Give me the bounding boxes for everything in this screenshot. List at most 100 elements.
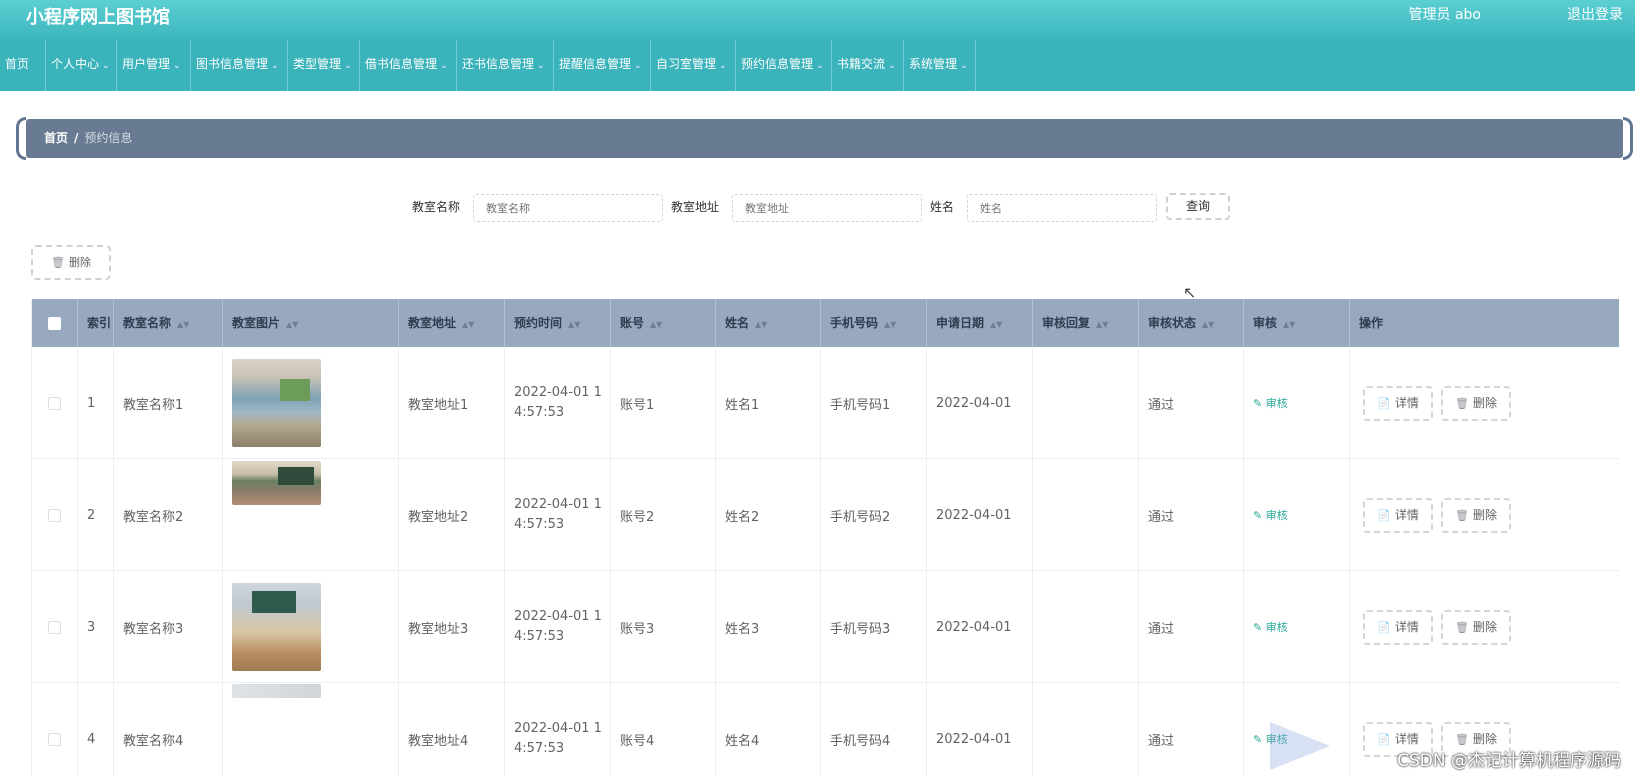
- nav-item-book-info-mgmt[interactable]: 图书信息管理 ⌄: [191, 40, 288, 91]
- document-icon: 📄: [1377, 620, 1391, 634]
- cell-room-addr: 教室地址2: [399, 459, 505, 571]
- table-row: 3 教室名称3 教室地址3 2022-04-01 1 4:57:53 账号3 姓名…: [32, 571, 1619, 683]
- detail-button[interactable]: 📄 详情: [1363, 385, 1433, 421]
- cell-reserve-time: 2022-04-01 1 4:57:53: [505, 571, 611, 683]
- room-addr-input[interactable]: [732, 194, 922, 222]
- cell-review-reply: [1033, 459, 1139, 571]
- cell-review-status: 通过: [1139, 347, 1244, 459]
- nav-label: 提醒信息管理: [559, 57, 632, 71]
- row-checkbox[interactable]: [48, 396, 61, 410]
- cell-apply-date: 2022-04-01: [927, 347, 1033, 459]
- row-checkbox[interactable]: [48, 620, 61, 634]
- review-label: 审核: [1265, 509, 1288, 522]
- col-room-addr[interactable]: 教室地址 ▲▼: [399, 299, 505, 347]
- nav-label: 预约信息管理: [741, 57, 814, 71]
- cell-room-name: 教室名称4: [114, 683, 223, 776]
- cell-room-name: 教室名称3: [114, 571, 223, 683]
- nav-item-return-mgmt[interactable]: 还书信息管理 ⌄: [457, 40, 554, 91]
- col-name[interactable]: 姓名 ▲▼: [716, 299, 821, 347]
- classroom-image: [232, 684, 321, 698]
- name-input[interactable]: [967, 194, 1157, 222]
- col-label: 教室地址: [408, 316, 457, 330]
- time-line2: 4:57:53: [514, 517, 565, 532]
- col-phone[interactable]: 手机号码 ▲▼: [821, 299, 927, 347]
- sort-icon: ▲▼: [286, 320, 299, 329]
- nav-item-type-mgmt[interactable]: 类型管理 ⌄: [288, 40, 360, 91]
- cell-phone: 手机号码4: [821, 683, 927, 776]
- cell-review: ✎ 审核: [1244, 571, 1350, 683]
- cell-actions: 📄 详情 🗑 删除: [1350, 459, 1619, 571]
- reservation-table: 索引 教室名称 ▲▼ 教室图片 ▲▼ 教室地址 ▲▼ 预约时间 ▲▼ 账号 ▲▼ 姓名 ▲▼…: [31, 299, 1619, 776]
- trash-icon: 🗑: [1455, 508, 1469, 522]
- delete-label: 删除: [1472, 395, 1497, 410]
- chevron-down-icon: ⌄: [271, 61, 279, 71]
- detail-button[interactable]: 📄 详情: [1363, 497, 1433, 533]
- batch-delete-button[interactable]: 🗑 删除: [31, 245, 111, 280]
- col-apply-date[interactable]: 申请日期 ▲▼: [927, 299, 1033, 347]
- col-label: 审核: [1253, 316, 1278, 330]
- nav-item-personal-center[interactable]: 个人中心 ⌄: [46, 40, 117, 91]
- nav-item-book-exchange[interactable]: 书籍交流 ⌄: [832, 40, 904, 91]
- document-icon: 📄: [1377, 732, 1391, 746]
- sort-icon: ▲▼: [1202, 320, 1215, 329]
- col-label: 审核回复: [1042, 316, 1091, 330]
- breadcrumb-current: 预约信息: [84, 131, 133, 145]
- trash-icon: 🗑: [51, 256, 65, 269]
- delete-button[interactable]: 🗑 删除: [1441, 609, 1511, 645]
- table-header: 索引 教室名称 ▲▼ 教室图片 ▲▼ 教室地址 ▲▼ 预约时间 ▲▼ 账号 ▲▼ 姓名 ▲▼…: [32, 299, 1619, 347]
- query-button[interactable]: 查询: [1166, 193, 1230, 220]
- detail-label: 详情: [1394, 619, 1419, 634]
- col-review[interactable]: 审核 ▲▼: [1244, 299, 1350, 347]
- trash-icon: 🗑: [1455, 732, 1469, 746]
- nav-item-borrow-mgmt[interactable]: 借书信息管理 ⌄: [360, 40, 457, 91]
- detail-button[interactable]: 📄 详情: [1363, 609, 1433, 645]
- cell-apply-date: 2022-04-01: [927, 459, 1033, 571]
- col-room-name[interactable]: 教室名称 ▲▼: [114, 299, 223, 347]
- cell-review-reply: [1033, 683, 1139, 776]
- logout-link[interactable]: 退出登录: [1567, 4, 1623, 24]
- select-all-checkbox[interactable]: [48, 316, 61, 330]
- row-select-cell: [32, 571, 78, 683]
- nav-item-user-mgmt[interactable]: 用户管理 ⌄: [117, 40, 191, 91]
- nav-item-reservation-mgmt[interactable]: 预约信息管理 ⌄: [736, 40, 832, 91]
- review-link[interactable]: ✎ 审核: [1253, 619, 1288, 635]
- cell-room-image: [223, 347, 399, 459]
- chevron-down-icon: ⌄: [634, 61, 642, 71]
- name-label: 姓名: [930, 200, 955, 214]
- col-account[interactable]: 账号 ▲▼: [611, 299, 716, 347]
- cell-review-status: 通过: [1139, 571, 1244, 683]
- nav-item-reminder-mgmt[interactable]: 提醒信息管理 ⌄: [554, 40, 651, 91]
- cell-room-addr: 教室地址1: [399, 347, 505, 459]
- trash-icon: 🗑: [1455, 396, 1469, 410]
- row-checkbox[interactable]: [48, 732, 61, 746]
- cell-actions: 📄 详情 🗑 删除: [1350, 347, 1619, 459]
- cell-review-status: 通过: [1139, 683, 1244, 776]
- nav-label: 个人中心: [51, 57, 100, 71]
- col-review-reply[interactable]: 审核回复 ▲▼: [1033, 299, 1139, 347]
- cell-room-name: 教室名称1: [114, 347, 223, 459]
- nav-label: 类型管理: [293, 57, 342, 71]
- cell-name: 姓名1: [716, 347, 821, 459]
- nav-item-home[interactable]: 首页: [0, 40, 46, 91]
- classroom-image: [232, 359, 321, 447]
- nav-item-study-room-mgmt[interactable]: 自习室管理 ⌄: [651, 40, 736, 91]
- col-review-status[interactable]: 审核状态 ▲▼: [1139, 299, 1244, 347]
- sort-icon: ▲▼: [1096, 320, 1109, 329]
- cell-reserve-time: 2022-04-01 1 4:57:53: [505, 347, 611, 459]
- sort-icon: ▲▼: [568, 320, 581, 329]
- review-link[interactable]: ✎ 审核: [1253, 395, 1288, 411]
- delete-button[interactable]: 🗑 删除: [1441, 497, 1511, 533]
- row-checkbox[interactable]: [48, 508, 61, 522]
- delete-button[interactable]: 🗑 删除: [1441, 385, 1511, 421]
- classroom-image: [232, 461, 321, 505]
- col-reserve-time[interactable]: 预约时间 ▲▼: [505, 299, 611, 347]
- breadcrumb-home[interactable]: 首页: [44, 131, 68, 145]
- review-link[interactable]: ✎ 审核: [1253, 507, 1288, 523]
- nav-item-system-mgmt[interactable]: 系统管理 ⌄: [904, 40, 976, 91]
- cell-room-image: [223, 459, 399, 571]
- cell-index: 4: [78, 683, 114, 776]
- room-name-label: 教室名称: [412, 200, 461, 214]
- col-room-image[interactable]: 教室图片 ▲▼: [223, 299, 399, 347]
- room-name-input[interactable]: [473, 194, 663, 222]
- top-bar: 小程序网上图书馆 管理员 abo 退出登录: [0, 0, 1635, 40]
